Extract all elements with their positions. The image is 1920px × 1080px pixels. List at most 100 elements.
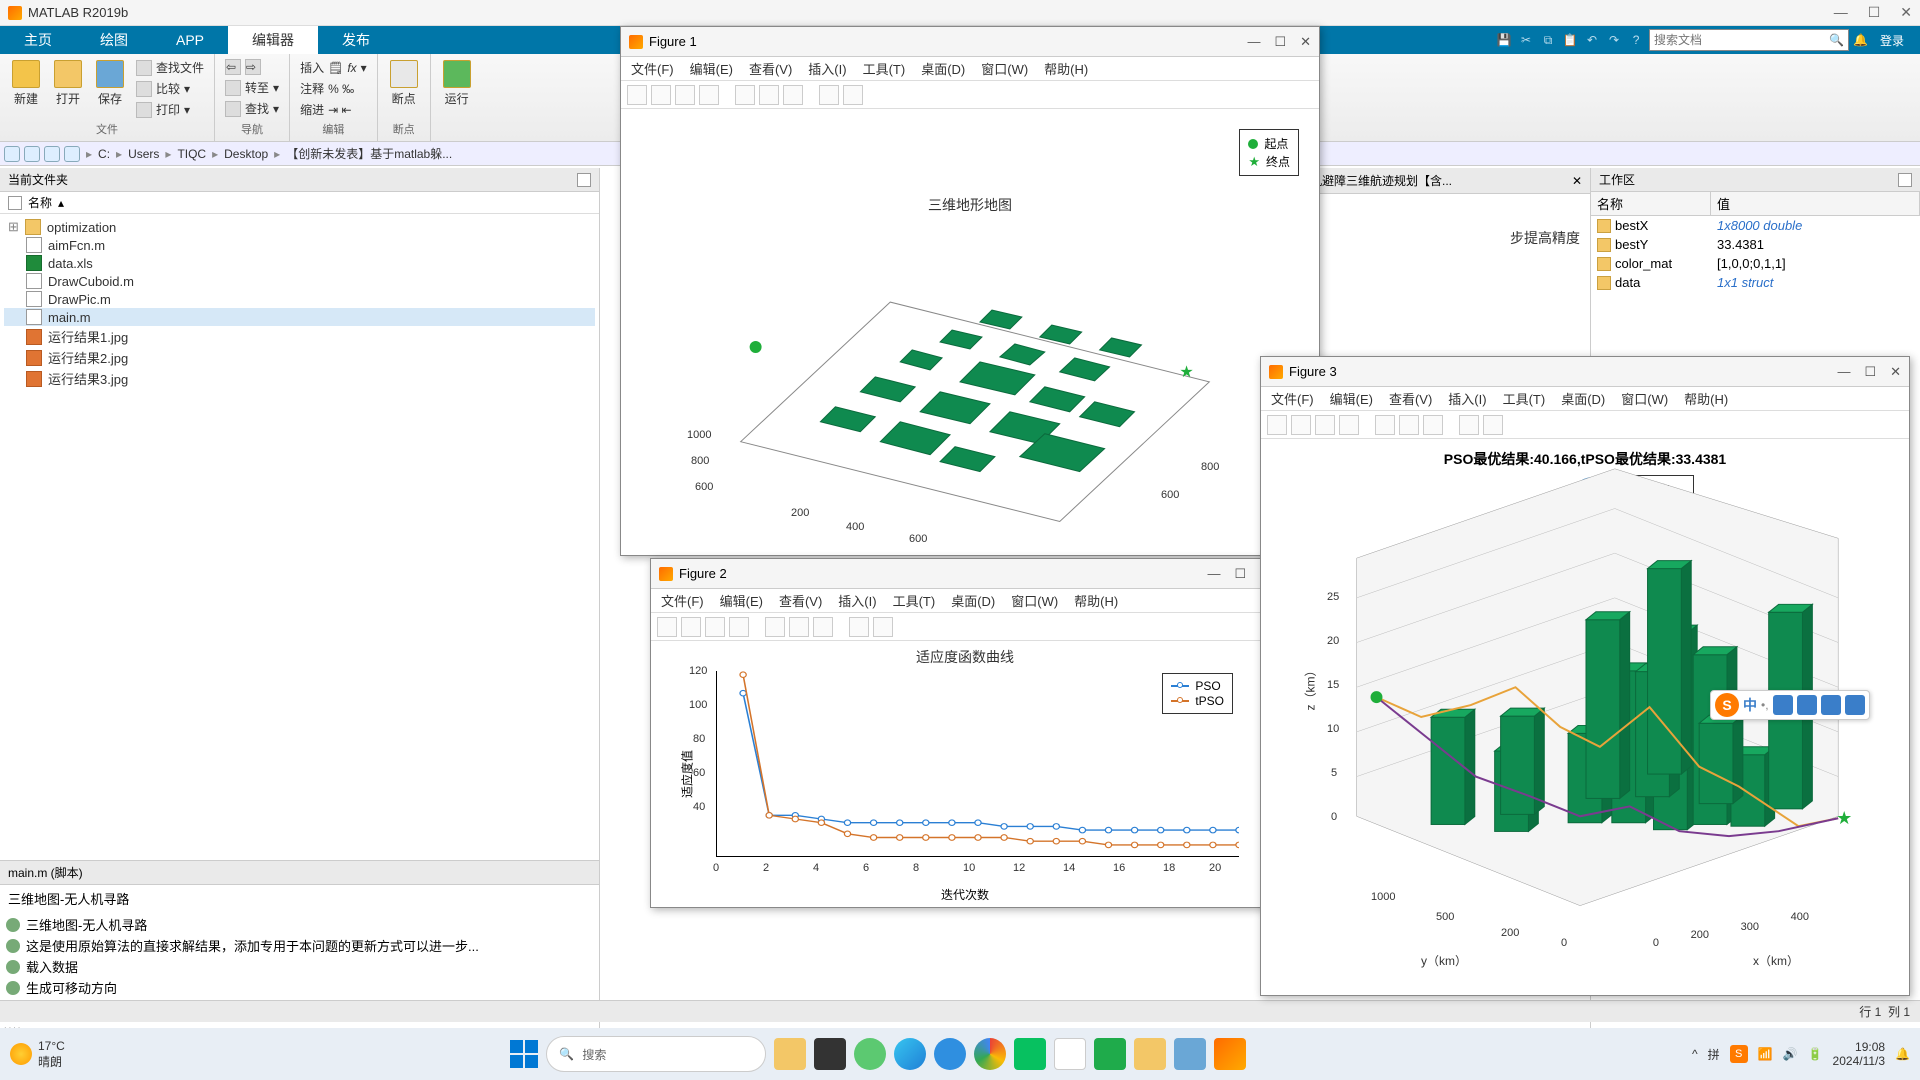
tab-apps[interactable]: APP [152,26,228,54]
menu-item[interactable]: 窗口(W) [1011,591,1058,610]
paste-icon[interactable]: 📋 [1561,31,1579,49]
addr-folder-icon[interactable] [64,146,80,162]
file-row[interactable]: ⊞optimization [4,218,595,236]
undo-icon[interactable]: ↶ [1583,31,1601,49]
print-icon[interactable] [729,617,749,637]
menu-item[interactable]: 桌面(D) [921,59,965,78]
taskbar-search[interactable]: 🔍 搜索 [546,1036,766,1072]
minimize-button[interactable]: — [1207,566,1220,582]
open-icon[interactable] [681,617,701,637]
menu-item[interactable]: 工具(T) [1503,389,1546,408]
panel-menu-icon[interactable] [1898,173,1912,187]
breadcrumb[interactable]: 【创新未发表】基于matlab躲... [286,145,452,162]
taskbar-app-folder[interactable] [1134,1038,1166,1070]
ime-voice-icon[interactable] [1773,695,1793,715]
nav-back-icon[interactable]: ⇦⇨ [223,58,281,76]
taskbar-app-excel[interactable] [1094,1038,1126,1070]
sogou-ime-icon[interactable]: S [1715,693,1739,717]
taskbar-app-snip[interactable] [1054,1038,1086,1070]
section-item[interactable]: 这是使用原始算法的直接求解结果，添加专用于本问题的更新方式可以进一步... [2,935,597,956]
taskbar-app-360[interactable] [934,1038,966,1070]
section-item[interactable]: 载入数据 [2,956,597,977]
tab-plots[interactable]: 绘图 [76,26,152,54]
minimize-button[interactable]: — [1834,4,1848,21]
figure3-titlebar[interactable]: Figure 3 —☐✕ [1261,357,1909,387]
pointer-icon[interactable] [819,85,839,105]
file-row[interactable]: main.m [4,308,595,326]
tray-ime-icon[interactable]: 拼 [1708,1046,1720,1063]
tray-volume-icon[interactable]: 🔊 [1783,1047,1798,1061]
breadcrumb[interactable]: C: [98,147,110,161]
maximize-button[interactable]: ☐ [1234,566,1246,582]
workspace-row[interactable]: bestX1x8000 double [1591,216,1920,235]
pointer-icon[interactable] [849,617,869,637]
editor-tab[interactable]: 人机避障三维航迹规划【含... ✕ [1290,168,1590,194]
new-fig-icon[interactable] [1267,415,1287,435]
breakpoint-button[interactable]: 断点 [386,58,422,109]
close-button[interactable]: ✕ [1900,4,1912,21]
menu-item[interactable]: 桌面(D) [1561,389,1605,408]
new-fig-icon[interactable] [627,85,647,105]
save-icon[interactable]: 💾 [1495,31,1513,49]
notification-bell-icon[interactable]: 🔔 [1853,33,1868,47]
figure-2-window[interactable]: Figure 2 —☐✕ 文件(F)编辑(E)查看(V)插入(I)工具(T)桌面… [650,558,1280,908]
save-icon[interactable] [705,617,725,637]
tab-close-icon[interactable]: ✕ [1572,174,1582,188]
start-button[interactable] [510,1040,538,1068]
data-cursor-icon[interactable] [1483,415,1503,435]
new-fig-icon[interactable] [657,617,677,637]
taskbar-app-chrome[interactable] [974,1038,1006,1070]
addr-up-icon[interactable] [44,146,60,162]
file-row[interactable]: aimFcn.m [4,236,595,254]
ime-lang-indicator[interactable]: 中 [1743,695,1757,715]
search-icon[interactable]: 🔍 [1829,33,1844,47]
file-row[interactable]: DrawCuboid.m [4,272,595,290]
insert-colorbar-icon[interactable] [759,85,779,105]
system-tray[interactable]: ^ 拼 S 📶 🔊 🔋 19:08 2024/11/3 🔔 [1692,1040,1910,1069]
minimize-button[interactable]: — [1837,364,1850,380]
taskbar-app-ie[interactable] [854,1038,886,1070]
tray-chevron-icon[interactable]: ^ [1692,1047,1698,1061]
tray-battery-icon[interactable]: 🔋 [1808,1047,1823,1061]
open-icon[interactable] [1291,415,1311,435]
figure-3-window[interactable]: Figure 3 —☐✕ 文件(F)编辑(E)查看(V)插入(I)工具(T)桌面… [1260,356,1910,996]
link-icon[interactable] [1375,415,1395,435]
menu-item[interactable]: 文件(F) [1271,389,1314,408]
figure2-axes[interactable]: 适应度函数曲线 适应度值 迭代次数 120 100 80 60 40 0 2 4… [651,641,1279,907]
figure1-titlebar[interactable]: Figure 1 —☐✕ [621,27,1319,57]
menu-item[interactable]: 编辑(E) [1330,389,1373,408]
figure3-toolbar[interactable] [1261,411,1909,439]
menu-item[interactable]: 工具(T) [893,591,936,610]
workspace-row[interactable]: data1x1 struct [1591,273,1920,292]
taskbar-app-explorer[interactable] [774,1038,806,1070]
figure2-titlebar[interactable]: Figure 2 —☐✕ [651,559,1279,589]
ime-skin-icon[interactable] [1821,695,1841,715]
link-icon[interactable] [735,85,755,105]
menu-item[interactable]: 文件(F) [631,59,674,78]
figure2-menubar[interactable]: 文件(F)编辑(E)查看(V)插入(I)工具(T)桌面(D)窗口(W)帮助(H) [651,589,1279,613]
login-link[interactable]: 登录 [1872,32,1912,49]
help-icon[interactable]: ? [1627,31,1645,49]
menu-item[interactable]: 窗口(W) [1621,389,1668,408]
indent-button[interactable]: 缩进 ⇥ ⇤ [298,100,369,119]
find-files-button[interactable]: 查找文件 [134,58,206,77]
goto-button[interactable]: 转至 ▾ [223,78,281,97]
file-row[interactable]: 运行结果1.jpg [4,326,595,347]
taskbar-app-wechat[interactable] [1014,1038,1046,1070]
tray-sogou-icon[interactable]: S [1730,1045,1748,1063]
minimize-button[interactable]: — [1247,34,1260,50]
file-row[interactable]: DrawPic.m [4,290,595,308]
section-item[interactable]: 三维地图-无人机寻路 [2,914,597,935]
tab-publish[interactable]: 发布 [318,26,394,54]
menu-item[interactable]: 查看(V) [779,591,822,610]
taskbar-app-matlab[interactable] [1214,1038,1246,1070]
menu-item[interactable]: 插入(I) [808,59,846,78]
figure-1-window[interactable]: Figure 1 —☐✕ 文件(F)编辑(E)查看(V)插入(I)工具(T)桌面… [620,26,1320,556]
ime-floating-bar[interactable]: S 中 •, [1710,690,1870,720]
compare-button[interactable]: 比较 ▾ [134,79,206,98]
print-button[interactable]: 打印 ▾ [134,100,206,119]
comment-button[interactable]: 注释 % ‰ [298,79,369,98]
figure1-toolbar[interactable] [621,81,1319,109]
insert-legend-icon[interactable] [783,85,803,105]
file-row[interactable]: 运行结果3.jpg [4,368,595,389]
